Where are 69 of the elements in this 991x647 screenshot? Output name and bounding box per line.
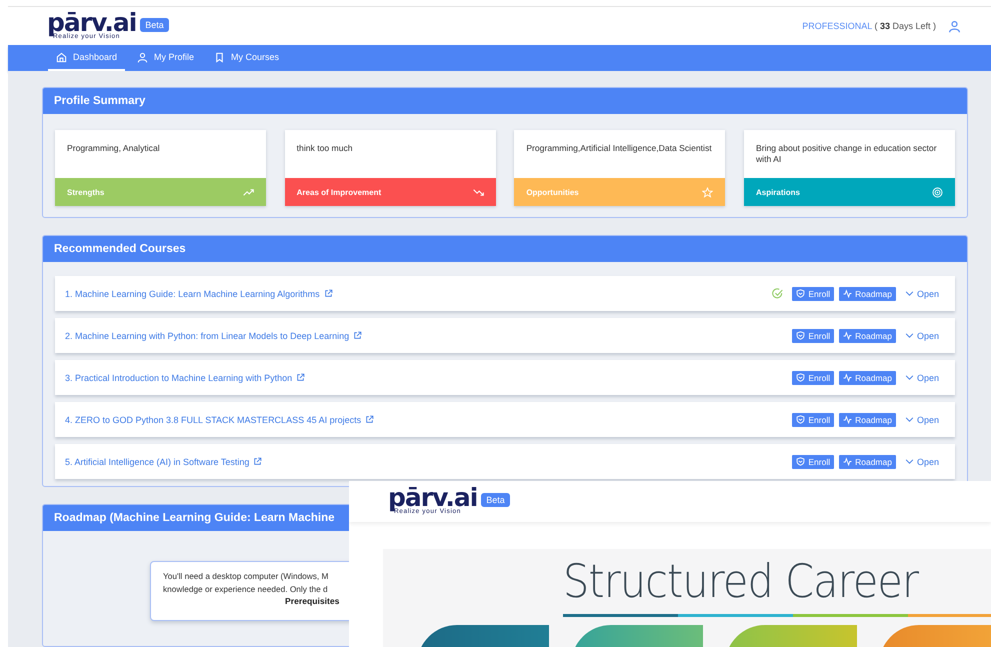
shield-icon <box>796 289 806 298</box>
external-link-icon <box>353 331 362 340</box>
course-link[interactable]: 4. ZERO to GOD Python 3.8 FULL STACK MASTERCLASS 45 AI projects <box>65 414 374 425</box>
enroll-button[interactable]: Enroll <box>792 286 834 301</box>
panel-title: Profile Summary <box>43 88 967 114</box>
slide-heading: Structured Career <box>563 554 918 608</box>
target-icon <box>932 186 943 198</box>
card-footer: Strengths <box>55 178 266 206</box>
beta-badge: Beta <box>481 493 510 508</box>
card-text-line: knowledge or experience needed. Only the d <box>163 583 328 596</box>
star-icon <box>702 186 714 198</box>
card-caption: Prerequisites <box>285 596 340 606</box>
enroll-button[interactable]: Enroll <box>792 328 834 343</box>
user-icon <box>948 20 961 32</box>
chevron-down-icon <box>904 331 914 340</box>
roadmap-button[interactable]: Roadmap <box>839 412 896 427</box>
panel-title: Recommended Courses <box>43 236 967 262</box>
pulse-icon <box>843 289 852 298</box>
pulse-icon <box>843 331 852 340</box>
enroll-button[interactable]: Enroll <box>792 370 834 385</box>
roadmap-button[interactable]: Roadmap <box>839 454 896 469</box>
chevron-down-icon <box>904 415 914 424</box>
roadmap-button[interactable]: Roadmap <box>839 370 896 385</box>
account-button[interactable] <box>948 20 961 32</box>
shield-icon <box>796 415 806 424</box>
open-button[interactable]: Open <box>904 414 939 425</box>
card-text: Programming, Analytical <box>66 142 161 155</box>
open-button[interactable]: Open <box>904 372 939 383</box>
chevron-down-icon <box>904 457 914 466</box>
external-link-icon <box>324 289 333 298</box>
nav-tab[interactable]: My Profile <box>129 45 202 71</box>
external-link-icon <box>253 457 262 466</box>
external-link-icon <box>365 415 374 424</box>
course-link[interactable]: 5. Artificial Intelligence (AI) in Software Testing <box>65 456 262 467</box>
chevron-down-icon <box>904 373 914 382</box>
beta-badge: Beta <box>140 18 169 32</box>
open-button[interactable]: Open <box>904 288 939 299</box>
card-text: Programming,Artificial Intelligence,Data Scientist <box>525 142 713 155</box>
shield-icon <box>796 331 806 340</box>
logo-wordmark: pārv.ai <box>47 12 136 34</box>
card-footer: Opportunities <box>514 178 726 206</box>
external-link-icon <box>296 373 306 382</box>
open-button[interactable]: Open <box>904 330 939 341</box>
home-icon <box>56 52 67 62</box>
card-text: Bring about positive change in education sector with AI <box>754 142 938 166</box>
user-icon <box>137 52 148 62</box>
shield-icon <box>796 457 806 466</box>
card-text-line: You'll need a desktop computer (Windows, M <box>163 570 328 584</box>
course-link[interactable]: 1. Machine Learning Guide: Learn Machine Learning Algorithms <box>65 288 333 299</box>
pulse-icon <box>843 457 852 466</box>
shield-icon <box>796 373 806 382</box>
enroll-button[interactable]: Enroll <box>792 412 834 427</box>
nav-tab[interactable]: My Courses <box>206 45 288 71</box>
subscription-status: PROFESSIONAL ( 33 Days Left ) <box>802 21 936 31</box>
card-footer: Aspirations <box>744 178 955 206</box>
trend-up-icon <box>243 186 254 198</box>
roadmap-button[interactable]: Roadmap <box>839 328 896 343</box>
course-link[interactable]: 2. Machine Learning with Python: from Linear Models to Deep Learning <box>65 330 362 341</box>
course-link[interactable]: 3. Practical Introduction to Machine Learning with Python <box>65 372 306 383</box>
trend-down-icon <box>472 186 484 198</box>
pulse-icon <box>843 373 852 382</box>
card-text: think too much <box>296 142 354 155</box>
roadmap-button[interactable]: Roadmap <box>839 286 896 301</box>
card-footer: Areas of Improvement <box>284 178 496 206</box>
bookmark-icon <box>214 52 226 62</box>
open-button[interactable]: Open <box>904 456 939 467</box>
enroll-button[interactable]: Enroll <box>792 454 834 469</box>
pulse-icon <box>843 415 852 424</box>
chevron-down-icon <box>904 289 914 298</box>
